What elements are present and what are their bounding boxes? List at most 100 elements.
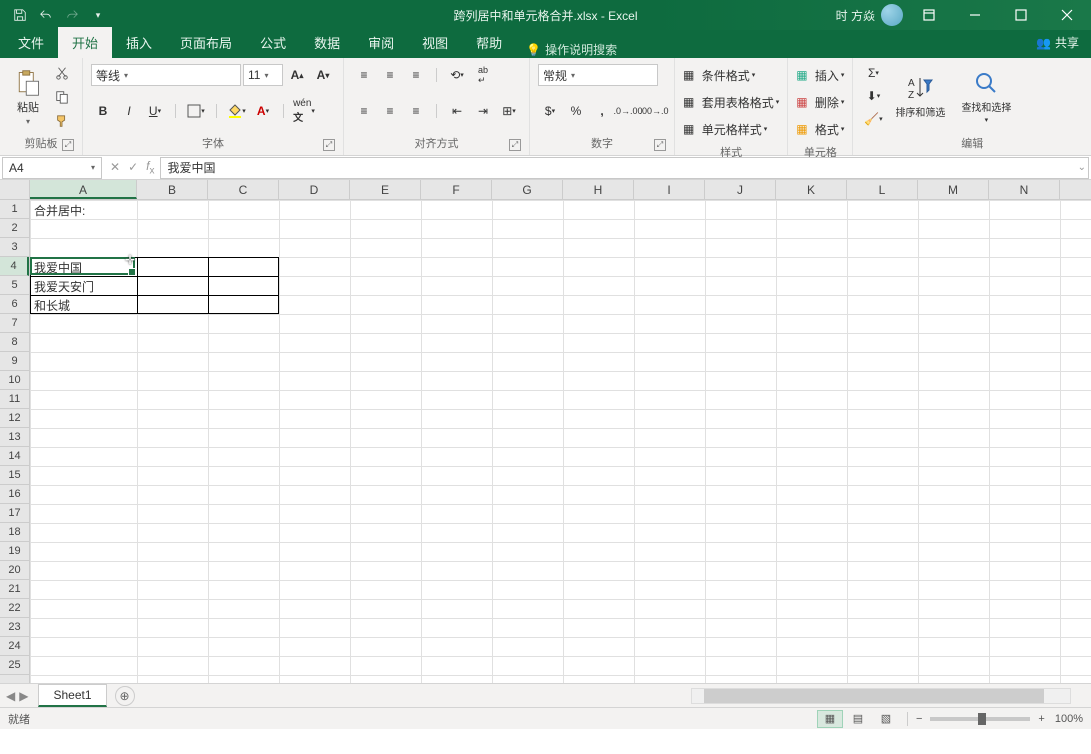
cell[interactable]: 合并居中: [31, 200, 88, 221]
find-select-button[interactable]: 查找和选择 ▾ [955, 62, 1017, 130]
row-header[interactable]: 13 [0, 428, 29, 447]
column-header[interactable]: H [563, 180, 634, 199]
insert-cells-button[interactable]: ▦ 插入▾ [796, 62, 844, 88]
orientation-icon[interactable]: ⟲▾ [445, 64, 469, 86]
row-header[interactable]: 8 [0, 333, 29, 352]
zoom-level[interactable]: 100% [1055, 713, 1083, 725]
sort-filter-button[interactable]: AZ 排序和筛选 [889, 62, 951, 130]
column-header[interactable]: F [421, 180, 492, 199]
increase-indent-icon[interactable]: ⇥ [471, 100, 495, 122]
cancel-icon[interactable]: ✕ [110, 160, 120, 174]
align-top-icon[interactable]: ≡ [352, 64, 376, 86]
expand-formula-icon[interactable]: ⌄ [1078, 162, 1086, 173]
percent-icon[interactable]: % [564, 100, 588, 122]
row-header[interactable]: 1 [0, 200, 29, 219]
qat-customize-icon[interactable]: ▾ [86, 3, 110, 27]
conditional-format-button[interactable]: ▦ 条件格式▾ [683, 62, 779, 88]
increase-font-icon[interactable]: A▴ [285, 64, 309, 86]
redo-icon[interactable] [60, 3, 84, 27]
tab-home[interactable]: 开始 [58, 27, 112, 58]
column-header[interactable]: C [208, 180, 279, 199]
comma-icon[interactable]: , [590, 100, 614, 122]
minimize-icon[interactable] [955, 0, 995, 30]
row-header[interactable]: 6 [0, 295, 29, 314]
paste-button[interactable]: 粘贴 ▾ [8, 62, 48, 132]
decrease-decimal-icon[interactable]: .00→.0 [642, 100, 666, 122]
format-painter-icon[interactable] [50, 110, 74, 132]
dialog-launcher-icon[interactable]: ⤢ [62, 139, 74, 151]
tab-insert[interactable]: 插入 [112, 27, 166, 58]
column-header[interactable]: L [847, 180, 918, 199]
column-header[interactable]: K [776, 180, 847, 199]
decrease-font-icon[interactable]: A▾ [311, 64, 335, 86]
format-cells-button[interactable]: ▦ 格式▾ [796, 116, 844, 142]
tab-review[interactable]: 审阅 [354, 27, 408, 58]
row-header[interactable]: 15 [0, 466, 29, 485]
ribbon-options-icon[interactable] [909, 0, 949, 30]
fill-color-icon[interactable]: ▾ [225, 100, 249, 122]
tab-layout[interactable]: 页面布局 [166, 27, 246, 58]
bold-icon[interactable]: B [91, 100, 115, 122]
row-header[interactable]: 23 [0, 618, 29, 637]
horizontal-scrollbar[interactable] [691, 688, 1071, 704]
phonetic-icon[interactable]: wén文▾ [292, 100, 316, 122]
column-header[interactable]: G [492, 180, 563, 199]
accounting-icon[interactable]: $▾ [538, 100, 562, 122]
share-button[interactable]: 👥共享 [1036, 34, 1079, 51]
tab-help[interactable]: 帮助 [462, 27, 516, 58]
dialog-launcher-icon[interactable]: ⤢ [509, 139, 521, 151]
fill-icon[interactable]: ⬇▾ [861, 85, 885, 107]
row-header[interactable]: 4 [0, 257, 29, 276]
align-middle-icon[interactable]: ≡ [378, 64, 402, 86]
row-header[interactable]: 3 [0, 238, 29, 257]
row-header[interactable]: 12 [0, 409, 29, 428]
decrease-indent-icon[interactable]: ⇤ [445, 100, 469, 122]
row-header[interactable]: 11 [0, 390, 29, 409]
merge-center-icon[interactable]: ⊞▾ [497, 100, 521, 122]
font-size-combo[interactable]: 11▾ [243, 64, 283, 86]
zoom-slider[interactable] [930, 717, 1030, 721]
format-as-table-button[interactable]: ▦ 套用表格格式▾ [683, 89, 779, 115]
row-header[interactable]: 5 [0, 276, 29, 295]
row-header[interactable]: 20 [0, 561, 29, 580]
column-header[interactable]: E [350, 180, 421, 199]
row-header[interactable]: 24 [0, 637, 29, 656]
tell-me-search[interactable]: 💡操作说明搜索 [516, 41, 627, 58]
row-header[interactable]: 22 [0, 599, 29, 618]
tab-data[interactable]: 数据 [300, 27, 354, 58]
select-all-corner[interactable] [0, 180, 30, 199]
formula-input[interactable]: 我爱中国⌄ [160, 157, 1089, 179]
column-header[interactable]: J [705, 180, 776, 199]
delete-cells-button[interactable]: ▦ 删除▾ [796, 89, 844, 115]
column-header[interactable]: N [989, 180, 1060, 199]
row-header[interactable]: 14 [0, 447, 29, 466]
row-header[interactable]: 19 [0, 542, 29, 561]
tab-formula[interactable]: 公式 [246, 27, 300, 58]
dialog-launcher-icon[interactable]: ⤢ [323, 139, 335, 151]
avatar[interactable] [881, 4, 903, 26]
cut-icon[interactable] [50, 62, 74, 84]
user-name[interactable]: 时 方焱 [836, 7, 875, 24]
wrap-text-icon[interactable]: ab↵ [471, 64, 495, 86]
column-header[interactable]: A [30, 180, 137, 199]
row-header[interactable]: 10 [0, 371, 29, 390]
maximize-icon[interactable] [1001, 0, 1041, 30]
name-box[interactable]: A4▾ [2, 157, 102, 179]
sheet-tab[interactable]: Sheet1 [38, 684, 106, 707]
close-icon[interactable] [1047, 0, 1087, 30]
prev-sheet-icon[interactable]: ◀ [6, 689, 15, 703]
cells-area[interactable]: 合并居中:我爱中国我爱天安门和长城✛ [30, 200, 1091, 683]
row-header[interactable]: 17 [0, 504, 29, 523]
undo-icon[interactable] [34, 3, 58, 27]
align-right-icon[interactable]: ≡ [404, 100, 428, 122]
fx-icon[interactable]: fx [146, 159, 154, 176]
underline-icon[interactable]: U▾ [143, 100, 167, 122]
zoom-in-icon[interactable]: + [1038, 713, 1044, 725]
border-icon[interactable]: ▾ [184, 100, 208, 122]
align-left-icon[interactable]: ≡ [352, 100, 376, 122]
tab-view[interactable]: 视图 [408, 27, 462, 58]
clear-icon[interactable]: 🧹▾ [861, 108, 885, 130]
normal-view-icon[interactable]: ▦ [817, 710, 843, 728]
cell-styles-button[interactable]: ▦ 单元格样式▾ [683, 116, 779, 142]
column-header[interactable]: D [279, 180, 350, 199]
